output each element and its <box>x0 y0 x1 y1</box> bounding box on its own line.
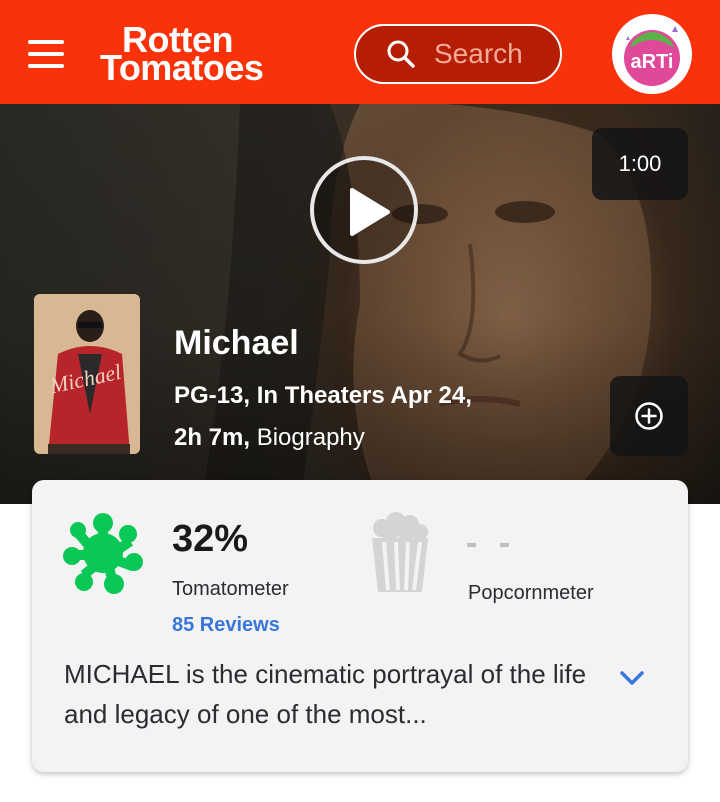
play-trailer-button[interactable] <box>310 156 418 264</box>
score-card: 32% Tomatometer 85 Reviews - - Popcornme… <box>32 480 688 772</box>
avatar-image: aRTi <box>624 26 680 86</box>
trailer-duration: 1:00 <box>592 128 688 200</box>
search-icon <box>387 40 415 68</box>
plus-circle-icon <box>635 402 663 430</box>
search-bar[interactable]: Search <box>354 24 562 84</box>
runtime-genre: 2h 7m, Biography <box>174 424 365 452</box>
play-icon <box>350 188 390 236</box>
add-to-watchlist-button[interactable] <box>610 376 688 456</box>
logo-line-2: Tomatoes <box>100 47 264 88</box>
search-placeholder: Search <box>434 38 523 69</box>
movie-title: Michael <box>174 324 299 362</box>
popcornmeter-score: - - <box>466 524 517 562</box>
tomatometer-score: 32% <box>172 518 249 560</box>
chevron-down-icon[interactable] <box>618 668 646 688</box>
poster-art: Michael <box>34 294 140 454</box>
rotten-splat-icon <box>63 513 143 594</box>
movie-poster[interactable]: Michael <box>34 294 140 454</box>
menu-icon[interactable] <box>28 40 64 68</box>
hero-trailer[interactable]: 1:00 Michael Michael PG-13, In Theaters … <box>0 104 720 504</box>
genre: Biography <box>256 424 365 451</box>
tomatometer-label: Tomatometer <box>172 578 289 600</box>
reviews-link[interactable]: 85 Reviews <box>172 614 280 637</box>
popcornmeter-label: Popcornmeter <box>468 582 594 604</box>
popcorn-icon <box>372 512 428 592</box>
avatar-text: aRTi <box>631 51 674 73</box>
movie-synopsis: MICHAEL is the cinematic portrayal of th… <box>64 659 587 729</box>
top-header: Rotten Tomatoes Search aRTi <box>0 0 720 104</box>
user-avatar[interactable]: aRTi <box>612 14 692 94</box>
rotten-tomatoes-logo[interactable]: Rotten Tomatoes <box>100 22 320 88</box>
rating-release: PG-13, In Theaters Apr 24, <box>174 382 472 409</box>
runtime: 2h 7m, <box>174 424 251 451</box>
